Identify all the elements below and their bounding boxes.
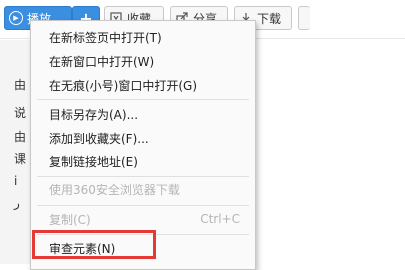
menu-item-copy-shortcut: Ctrl+C bbox=[200, 212, 240, 226]
background-text: ر bbox=[14, 196, 20, 210]
menu-separator bbox=[37, 99, 249, 100]
menu-item-open-incognito[interactable]: 在无痕(小号)窗口中打开(G) bbox=[32, 74, 254, 96]
menu-separator bbox=[37, 205, 249, 206]
menu-item-open-new-window[interactable]: 在新窗口中打开(W) bbox=[32, 50, 254, 72]
menu-separator bbox=[37, 176, 249, 177]
background-text: 由 bbox=[14, 78, 27, 92]
background-text: 由 bbox=[14, 130, 27, 144]
menu-item-copy[interactable]: 复制(C) Ctrl+C bbox=[32, 208, 254, 230]
play-icon: ▶ bbox=[9, 11, 23, 25]
download-label: 下载 bbox=[257, 11, 282, 26]
menu-item-copy-label: 复制(C) bbox=[49, 212, 91, 227]
background-text: i bbox=[14, 174, 18, 188]
menu-item-add-to-favorites[interactable]: 添加到收藏夹(F)... bbox=[32, 127, 254, 149]
menu-item-open-new-tab[interactable]: 在新标签页中打开(T) bbox=[32, 26, 254, 48]
menu-item-save-target-as[interactable]: 目标另存为(A)... bbox=[32, 103, 254, 125]
menu-item-copy-link-address[interactable]: 复制链接地址(E) bbox=[32, 150, 254, 172]
background-text: 说 bbox=[14, 106, 27, 120]
menu-item-download-with-360[interactable]: 使用360安全浏览器下载 bbox=[32, 178, 254, 200]
toolbar-overflow-button[interactable] bbox=[298, 6, 310, 30]
background-text: 课 bbox=[14, 152, 27, 166]
highlight-box bbox=[32, 230, 156, 259]
